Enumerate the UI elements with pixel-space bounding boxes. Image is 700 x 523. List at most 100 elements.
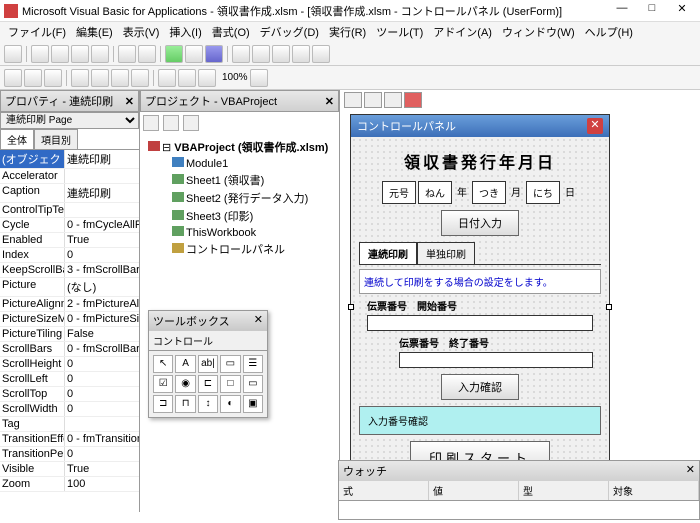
prop-row[interactable]: Index0 [0,248,139,263]
prop-row[interactable]: PictureTilingFalse [0,327,139,342]
tb-group-icon[interactable] [44,69,62,87]
maximize-button[interactable]: □ [638,2,666,20]
scrollbar-tool-icon[interactable]: ↕ [198,395,218,413]
prop-row[interactable]: TransitionPeriod0 [0,447,139,462]
slip-end-input[interactable] [399,352,593,368]
prop-row[interactable]: PictureSizeMode0 - fmPictureSizeModeClip [0,312,139,327]
form-heading[interactable]: 領収書発行年月日 [359,145,601,177]
userform-close-icon[interactable]: ✕ [587,118,603,134]
props-close-icon[interactable]: ✕ [125,95,134,108]
menu-run[interactable]: 実行(R) [325,22,370,42]
button-tool-icon[interactable]: ▭ [243,375,263,393]
prop-row[interactable]: ScrollHeight0 [0,357,139,372]
menu-help[interactable]: ヘルプ(H) [581,22,637,42]
tb-align-left-icon[interactable] [71,69,89,87]
prop-row[interactable]: TransitionEffect0 - fmTransitionEffectNo… [0,432,139,447]
folder-toggle-icon[interactable] [183,115,199,131]
menu-view[interactable]: 表示(V) [119,22,164,42]
menu-debug[interactable]: デバッグ(D) [256,22,323,42]
menu-insert[interactable]: 挿入(I) [165,22,205,42]
tree-thisworkbook[interactable]: ThisWorkbook [186,227,256,239]
toolbox-close-icon[interactable]: ✕ [254,313,263,329]
view-code-icon[interactable] [143,115,159,131]
tab-single[interactable]: 単独印刷 [417,242,475,264]
watch-col-expr[interactable]: 式 [339,481,429,500]
tb-copy-icon[interactable] [71,45,89,63]
menu-tools[interactable]: ツール(T) [372,22,427,42]
date-input-button[interactable]: 日付入力 [441,210,519,236]
day-box[interactable]: にち [526,181,560,204]
month-box[interactable]: つき [472,181,506,204]
tb-align-center-icon[interactable] [91,69,109,87]
form-tool-icon[interactable] [364,92,382,108]
menu-format[interactable]: 書式(O) [208,22,254,42]
toggle-tool-icon[interactable]: ⊏ [198,375,218,393]
tb-redo-icon[interactable] [138,45,156,63]
watch-window[interactable]: ウォッチ✕ 式 値 型 対象 [338,460,700,520]
spin-tool-icon[interactable]: ◐ [220,395,240,413]
resize-handle[interactable] [606,304,612,310]
prop-row[interactable]: ScrollTop0 [0,387,139,402]
prop-row[interactable]: ControlTipText [0,203,139,218]
prop-row[interactable]: (オブジェクト名)連続印刷 [0,150,139,169]
tb-align-top-icon[interactable] [131,69,149,87]
menu-addins[interactable]: アドイン(A) [429,22,496,42]
tree-module1[interactable]: Module1 [186,158,228,170]
tree-sheet1[interactable]: Sheet1 (領収書) [186,175,264,187]
listbox-tool-icon[interactable]: ☰ [243,355,263,373]
tb-front-icon[interactable] [4,69,22,87]
confirm-button[interactable]: 入力確認 [441,374,519,400]
prop-row[interactable]: KeepScrollBarsVisible3 - fmScrollBarsBot… [0,263,139,278]
tb-break-icon[interactable] [185,45,203,63]
prop-row[interactable]: ScrollBars0 - fmScrollBarsNone [0,342,139,357]
tb-run-icon[interactable] [165,45,183,63]
tb-explorer-icon[interactable] [252,45,270,63]
tb-reset-icon[interactable] [205,45,223,63]
project-close-icon[interactable]: ✕ [325,95,334,108]
slip-start-input[interactable] [367,315,593,331]
zoom-value[interactable]: 100% [222,72,248,83]
prop-row[interactable]: VisibleTrue [0,462,139,477]
prop-row[interactable]: Zoom100 [0,477,139,492]
view-object-icon[interactable] [163,115,179,131]
tb-zoom-dropdown-icon[interactable] [250,69,268,87]
label-tool-icon[interactable]: A [175,355,195,373]
textbox-tool-icon[interactable]: ab| [198,355,218,373]
prop-row[interactable]: Picture(なし) [0,278,139,297]
menu-window[interactable]: ウィンドウ(W) [498,22,579,42]
prop-row[interactable]: ScrollWidth0 [0,402,139,417]
tree-sheet3[interactable]: Sheet3 (印影) [186,211,253,223]
toolbox-window[interactable]: ツールボックス✕ コントロール ↖ A ab| ▭ ☰ ☑ ◉ ⊏ □ ▭ ⊐ … [148,310,268,418]
prop-row[interactable]: Caption連続印刷 [0,184,139,203]
option-tool-icon[interactable]: ◉ [175,375,195,393]
watch-close-icon[interactable]: ✕ [686,463,695,479]
tree-userform[interactable]: コントロールパネル [186,244,285,256]
tree-sheet2[interactable]: Sheet2 (発行データ入力) [186,193,308,205]
tb-same-width-icon[interactable] [158,69,176,87]
image-tool-icon[interactable]: ▣ [243,395,263,413]
prop-row[interactable]: Tag [0,417,139,432]
frame-tool-icon[interactable]: □ [220,375,240,393]
tb-same-size-icon[interactable] [198,69,216,87]
tb-back-icon[interactable] [24,69,42,87]
form-tool-icon[interactable] [384,92,402,108]
tb-save-icon[interactable] [31,45,49,63]
checkbox-tool-icon[interactable]: ☑ [153,375,173,393]
props-tab-category[interactable]: 項目別 [34,129,78,149]
props-tab-all[interactable]: 全体 [0,129,34,149]
resize-handle[interactable] [348,304,354,310]
menu-file[interactable]: ファイル(F) [4,22,70,42]
close-button[interactable]: ✕ [668,2,696,20]
tb-design-icon[interactable] [232,45,250,63]
tb-cut-icon[interactable] [51,45,69,63]
tab-continuous[interactable]: 連続印刷 [359,242,417,264]
prop-row[interactable]: Accelerator [0,169,139,184]
prop-row[interactable]: PictureAlignment2 - fmPictureAlignmentCe… [0,297,139,312]
tb-view-icon[interactable] [4,45,22,63]
year-box[interactable]: ねん [418,181,452,204]
form-close-icon[interactable] [404,92,422,108]
combobox-tool-icon[interactable]: ▭ [220,355,240,373]
watch-col-type[interactable]: 型 [519,481,609,500]
tb-same-height-icon[interactable] [178,69,196,87]
toolbox-tab[interactable]: コントロール [149,331,267,351]
